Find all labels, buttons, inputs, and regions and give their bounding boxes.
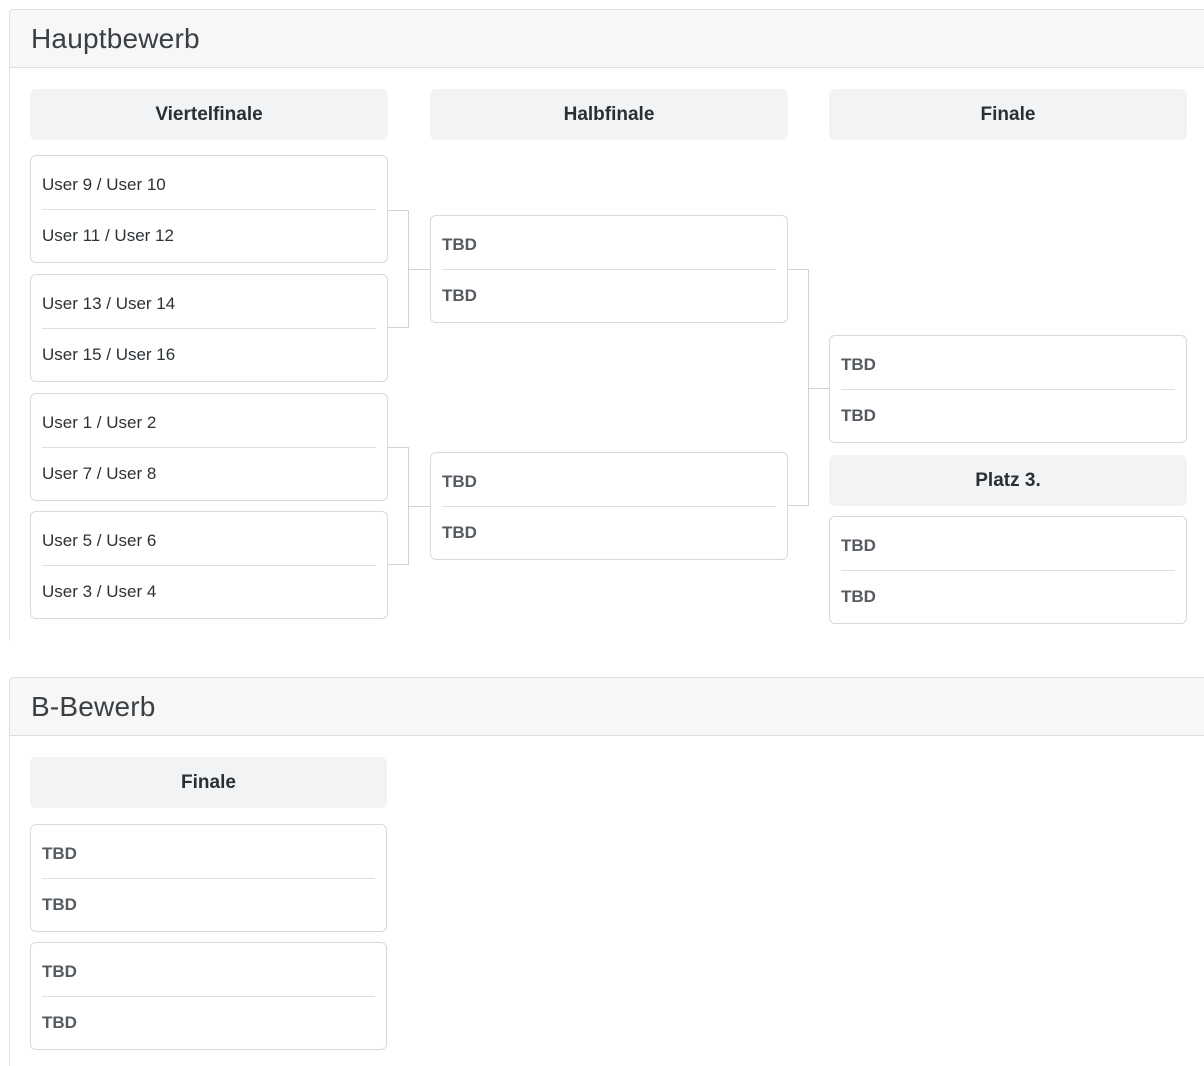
match-slot-bottom: User 3 / User 4	[42, 582, 157, 601]
connector-line	[388, 327, 408, 328]
quarterfinal-match-3[interactable]: User 1 / User 2 User 7 / User 8	[30, 393, 388, 501]
match-slot-top: TBD	[42, 947, 375, 997]
round-header-quarterfinal: Viertelfinale	[30, 89, 388, 140]
semifinal-match-2[interactable]: TBD TBD	[430, 452, 788, 560]
match-slot-bottom: TBD	[42, 1013, 77, 1032]
connector-line	[808, 388, 829, 389]
match-slot-bottom: User 11 / User 12	[42, 226, 174, 245]
match-slot-bottom: TBD	[841, 587, 876, 606]
round-header-semifinal: Halbfinale	[430, 89, 788, 140]
match-slot-bottom: TBD	[442, 523, 477, 542]
match-slot-top: TBD	[42, 829, 375, 879]
connector-line	[388, 447, 408, 448]
match-slot-bottom: TBD	[442, 286, 477, 305]
round-header-third-place: Platz 3.	[829, 455, 1187, 506]
connector-line	[788, 269, 808, 270]
match-slot-bottom: User 15 / User 16	[42, 345, 176, 364]
main-bracket-header: Hauptbewerb	[10, 10, 1204, 68]
match-slot-bottom: TBD	[42, 895, 77, 914]
match-slot-top: TBD	[841, 340, 1175, 390]
quarterfinal-match-1[interactable]: User 9 / User 10 User 11 / User 12	[30, 155, 388, 263]
b-final-match-1[interactable]: TBD TBD	[30, 824, 387, 932]
match-slot-top: User 1 / User 2	[42, 398, 376, 448]
match-slot-top: User 5 / User 6	[42, 516, 376, 566]
semifinal-match-1[interactable]: TBD TBD	[430, 215, 788, 323]
match-slot-top: TBD	[442, 457, 776, 507]
match-slot-top: User 13 / User 14	[42, 279, 376, 329]
third-place-match[interactable]: TBD TBD	[829, 516, 1187, 624]
connector-line	[788, 505, 808, 506]
b-bracket-header: B-Bewerb	[10, 678, 1204, 736]
b-bracket-title: B-Bewerb	[31, 690, 156, 722]
match-slot-bottom: TBD	[841, 406, 876, 425]
round-header-b-final: Finale	[30, 757, 387, 808]
match-slot-top: TBD	[841, 521, 1175, 571]
quarterfinal-match-2[interactable]: User 13 / User 14 User 15 / User 16	[30, 274, 388, 382]
match-slot-top: TBD	[442, 220, 776, 270]
connector-line	[408, 506, 430, 507]
main-bracket-title: Hauptbewerb	[31, 22, 200, 54]
b-final-match-2[interactable]: TBD TBD	[30, 942, 387, 1050]
quarterfinal-match-4[interactable]: User 5 / User 6 User 3 / User 4	[30, 511, 388, 619]
connector-line	[388, 564, 408, 565]
match-slot-bottom: User 7 / User 8	[42, 464, 157, 483]
connector-line	[408, 269, 430, 270]
connector-line	[388, 210, 408, 211]
match-slot-top: User 9 / User 10	[42, 160, 376, 210]
final-match[interactable]: TBD TBD	[829, 335, 1187, 443]
round-header-final: Finale	[829, 89, 1187, 140]
